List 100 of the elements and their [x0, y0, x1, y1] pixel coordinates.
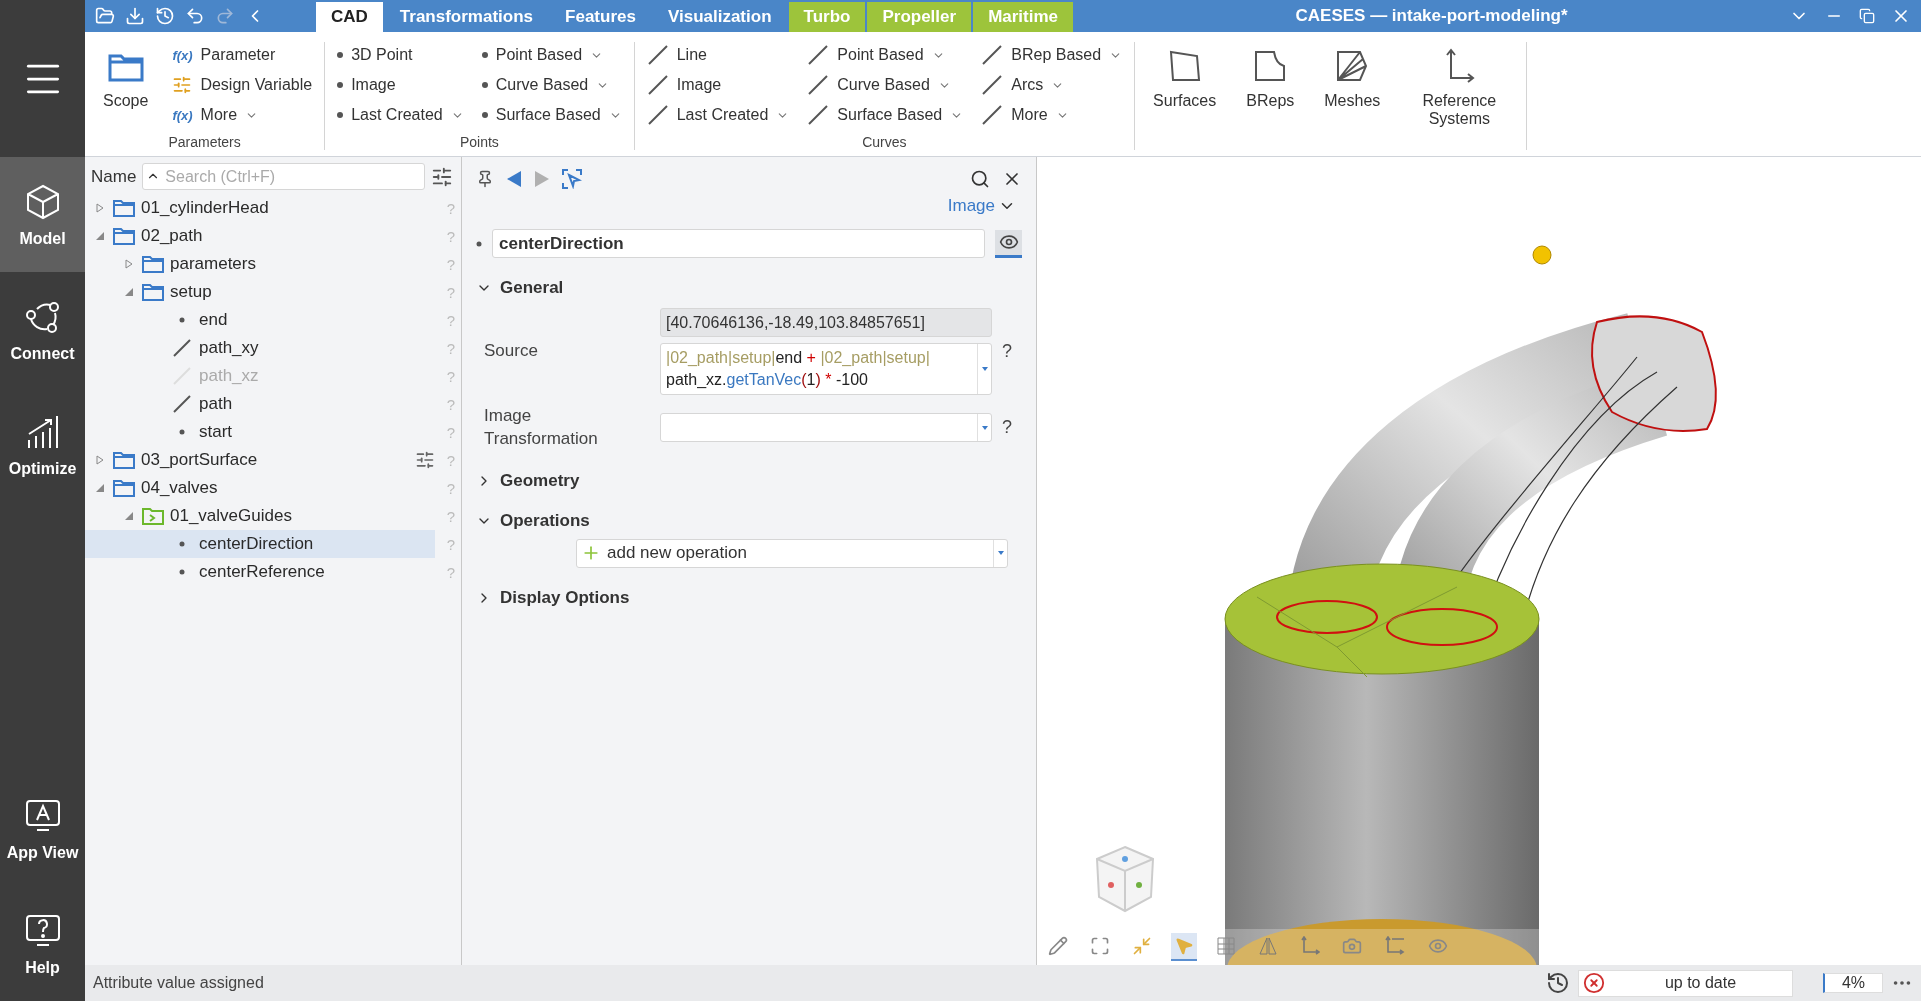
caret-icon [981, 425, 988, 430]
pin-icon [476, 170, 494, 188]
ribbon-item[interactable]: Surface Based [481, 102, 622, 128]
section-header[interactable]: Operations [476, 510, 1022, 531]
collapse-icon[interactable] [95, 231, 105, 241]
ribbon-item[interactable]: Arcs [981, 72, 1123, 98]
axes-icon [1300, 936, 1320, 956]
help-mark[interactable]: ? [992, 341, 1022, 362]
collapse-icon[interactable] [124, 511, 134, 521]
section-header[interactable]: Display Options [476, 587, 1022, 608]
column-header: Name [91, 166, 137, 187]
ribbon-button[interactable]: BReps [1240, 42, 1301, 150]
ribbon-tab[interactable]: CAD [316, 2, 383, 32]
zoom-level: 4% [1823, 973, 1883, 993]
back-icon [506, 170, 522, 188]
tree-item-label: centerDirection [199, 534, 314, 554]
ribbon-item[interactable]: Point Based [481, 42, 622, 68]
expand-icon[interactable] [95, 203, 105, 213]
section-header[interactable]: General [476, 278, 1022, 298]
add-operation-dropdown[interactable]: add new operation [576, 538, 1008, 568]
folder-icon [113, 479, 135, 497]
nav-button[interactable]: App View [0, 771, 85, 886]
ribbon-item[interactable]: f(x) More [172, 102, 313, 128]
help-mark[interactable]: ? [992, 417, 1022, 439]
group-label: Parameters [167, 134, 242, 150]
toolbar-button[interactable] [185, 6, 205, 26]
line-icon [807, 44, 830, 66]
ribbon-item[interactable]: BRep Based [981, 42, 1123, 68]
eye-icon [998, 232, 1019, 252]
ribbon-item[interactable]: Curve Based [807, 72, 964, 98]
line-icon [171, 367, 193, 385]
ribbon-item[interactable]: More [981, 102, 1123, 128]
expand-icon[interactable] [124, 259, 134, 269]
nav-button[interactable]: Connect [0, 272, 85, 387]
tree-item-label: 04_valves [141, 478, 218, 498]
toolbar-button[interactable] [95, 6, 115, 26]
visibility-button[interactable] [995, 229, 1022, 258]
expression-field[interactable] [660, 413, 992, 443]
nav-button[interactable]: Help [0, 886, 85, 1001]
toolbar-button[interactable] [125, 6, 145, 26]
tree-item-label: setup [170, 282, 212, 302]
tree-item-label: 01_valveGuides [170, 506, 292, 526]
axes-icon [1384, 936, 1406, 956]
ribbon-item[interactable]: Image [337, 72, 464, 98]
point-icon [481, 52, 488, 58]
function-icon: f(x) [172, 47, 193, 63]
ribbon-item[interactable]: Last Created [337, 102, 464, 128]
section-header[interactable]: Geometry [476, 470, 1022, 491]
ribbon-tab[interactable]: Visualization [652, 2, 787, 32]
ribbon-item[interactable]: Design Variable [172, 72, 313, 98]
ribbon-item[interactable]: f(x) Parameter [172, 42, 313, 68]
search-field[interactable]: Search (Ctrl+F) [142, 163, 425, 190]
viewport-tool[interactable] [1171, 933, 1197, 961]
value-display: [40.70646136,-18.49,103.84857651] [660, 308, 992, 337]
grid-icon [1216, 936, 1236, 956]
point-icon [179, 317, 185, 323]
line-icon [981, 44, 1004, 66]
expand-icon[interactable] [95, 455, 105, 465]
line-icon [981, 104, 1004, 126]
tree-item-label: 02_path [141, 226, 203, 246]
ribbon-button[interactable]: Surfaces [1147, 42, 1223, 150]
line-icon [981, 74, 1004, 96]
tree-item-label: 01_cylinderHead [141, 198, 269, 218]
ribbon-item[interactable]: Curve Based [481, 72, 622, 98]
ribbon-tab[interactable]: Transformations [384, 2, 549, 32]
line-icon [646, 44, 669, 66]
sliders-icon[interactable] [415, 450, 435, 470]
ribbon-button[interactable]: Reference Systems [1404, 42, 1515, 150]
error-icon [1583, 972, 1605, 994]
collapse-icon[interactable] [95, 483, 105, 493]
collapse-icon[interactable] [124, 287, 134, 297]
toolbar-button[interactable] [476, 170, 494, 188]
view-cube-icon[interactable] [1093, 845, 1157, 913]
line-icon [171, 339, 193, 357]
ribbon-item[interactable]: Line [646, 42, 790, 68]
sliders-icon[interactable] [431, 165, 453, 188]
pencil-icon [1048, 936, 1068, 956]
ribbon-button[interactable]: Meshes [1318, 42, 1387, 150]
ribbon-tab[interactable]: Features [550, 2, 651, 32]
nav-button[interactable]: Model [0, 157, 85, 272]
folder-icon [113, 227, 135, 245]
restore-icon[interactable] [1859, 8, 1875, 24]
ribbon-button[interactable]: Scope [97, 42, 155, 132]
expression-field[interactable]: |02_path|setup|end + |02_path|setup| path_xz.getTanVec(1) * -100 [660, 343, 992, 395]
camera-icon [1342, 936, 1362, 956]
toolbar-button[interactable] [562, 169, 582, 189]
history-icon[interactable] [1546, 971, 1570, 995]
ribbon-item[interactable]: Image [646, 72, 790, 98]
type-menu[interactable]: Image [941, 195, 1022, 217]
tree-item-label: parameters [170, 254, 256, 274]
nav-button[interactable]: Optimize [0, 387, 85, 502]
ribbon-item[interactable]: 3D Point [337, 42, 464, 68]
ribbon-item[interactable]: Surface Based [807, 102, 964, 128]
search-icon[interactable] [970, 169, 990, 189]
ribbon-item[interactable]: Last Created [646, 102, 790, 128]
name-field[interactable]: centerDirection [492, 229, 985, 258]
ribbon-item[interactable]: Point Based [807, 42, 964, 68]
folder-icon [113, 451, 135, 469]
undo-icon [185, 6, 205, 26]
toolbar-button[interactable] [506, 170, 522, 188]
